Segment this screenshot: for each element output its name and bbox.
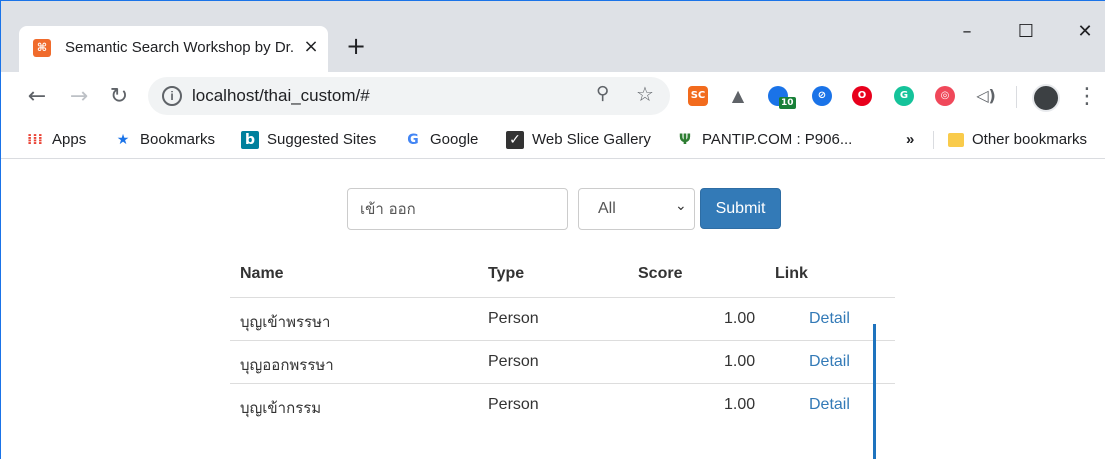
web-slice-icon: ✓ <box>506 131 524 150</box>
zoom-icon[interactable]: ⚲ <box>596 83 609 104</box>
opera-extension-icon[interactable]: O <box>852 86 872 106</box>
forward-arrow-icon[interactable]: → <box>66 84 92 110</box>
bing-icon: b <box>241 131 259 150</box>
detail-link[interactable]: Detail <box>809 396 850 414</box>
cell-name: บุญออกพรรษา <box>240 356 334 374</box>
toolbar-divider <box>1016 86 1017 108</box>
close-window-icon[interactable]: ✕ <box>1070 20 1100 44</box>
cell-score: 1.00 <box>724 310 756 327</box>
bookmark-web-slice[interactable]: ✓ Web Slice Gallery <box>506 130 651 150</box>
tab-strip: ⌘ Semantic Search Workshop by Dr. Ekapol… <box>0 0 1105 72</box>
cell-type: Person <box>488 353 539 370</box>
bookmarks-overflow[interactable]: » <box>906 130 914 150</box>
detail-link[interactable]: Detail <box>809 353 850 371</box>
column-header-link: Link <box>775 265 808 282</box>
window-border <box>0 0 1 459</box>
cactus-icon: Ψ <box>679 132 691 149</box>
column-header-name: Name <box>240 265 284 282</box>
apps-grid-icon: ⁞⁞⁞ <box>27 132 43 149</box>
new-tab-icon[interactable]: + <box>344 34 368 58</box>
minimize-icon[interactable]: – <box>952 20 982 44</box>
bookmark-pantip[interactable]: Ψ PANTIP.COM : P906... <box>676 130 852 150</box>
cell-score: 1.00 <box>724 353 756 370</box>
folder-icon <box>948 133 964 148</box>
chevron-down-icon: ⌄ <box>675 198 687 214</box>
bookmark-bookmarks[interactable]: ★ Bookmarks <box>114 130 215 150</box>
speaker-extension-icon[interactable]: ◁) <box>976 86 996 106</box>
cell-type: Person <box>488 396 539 413</box>
cell-name: บุญเข้าพรรษา <box>240 313 331 331</box>
table-row: บุญเข้ากรรม Person 1.00 Detail <box>230 383 895 427</box>
bookmark-apps[interactable]: ⁞⁞⁞ Apps <box>26 130 86 150</box>
bookmark-other[interactable]: Other bookmarks <box>948 130 1087 150</box>
bookmark-label: Suggested Sites <box>267 131 377 148</box>
cell-type: Person <box>488 310 539 327</box>
bookmark-star-icon[interactable]: ☆ <box>636 82 654 106</box>
search-input[interactable] <box>347 188 568 230</box>
table-row: บุญเข้าพรรษา Person 1.00 Detail <box>230 297 895 341</box>
blue-extension-icon[interactable]: ⊘ <box>812 86 832 106</box>
back-arrow-icon[interactable]: ← <box>24 84 50 110</box>
bookmark-divider <box>933 131 934 149</box>
type-select-value: All <box>598 200 616 217</box>
cell-score: 1.00 <box>724 396 756 413</box>
reload-icon[interactable]: ↻ <box>106 84 132 110</box>
bookmark-label: Apps <box>52 131 87 148</box>
people-extension-icon[interactable]: 10 <box>768 86 796 109</box>
column-header-score: Score <box>638 265 683 282</box>
maximize-icon[interactable]: ☐ <box>1011 20 1041 44</box>
google-icon: G <box>407 132 419 149</box>
bookmark-label: Other bookmarks <box>972 131 1088 148</box>
grammarly-extension-icon[interactable]: G <box>894 86 914 106</box>
red-swirl-extension-icon[interactable]: ◎ <box>935 86 955 106</box>
address-bar[interactable]: i localhost/thai_custom/# ⚲ ☆ <box>148 77 670 115</box>
vertical-rule <box>873 324 876 459</box>
submit-button[interactable]: Submit <box>700 188 781 229</box>
browser-toolbar: ← → ↻ i localhost/thai_custom/# ⚲ ☆ SC ▲… <box>0 72 1105 122</box>
extension-badge: 10 <box>779 97 796 109</box>
bookmark-suggested-sites[interactable]: b Suggested Sites <box>241 130 376 150</box>
type-select[interactable]: All ⌄ <box>578 188 695 230</box>
bookmark-label: Bookmarks <box>140 131 216 148</box>
table-row: บุญออกพรรษา Person 1.00 Detail <box>230 340 895 384</box>
bookmark-label: PANTIP.COM : P906... <box>702 131 853 148</box>
star-icon: ★ <box>116 132 130 149</box>
info-icon[interactable]: i <box>162 86 182 106</box>
sc-extension-icon[interactable]: SC <box>688 86 708 106</box>
url-text[interactable]: localhost/thai_custom/# <box>192 86 370 106</box>
tab-title: Semantic Search Workshop by Dr. Ekapol <box>65 39 295 56</box>
column-header-type: Type <box>488 265 525 282</box>
close-tab-icon[interactable]: × <box>300 36 322 58</box>
menu-kebab-icon[interactable]: ⋮ <box>1074 84 1100 110</box>
window-border-top <box>0 0 1105 1</box>
cell-name: บุญเข้ากรรม <box>240 399 322 417</box>
xampp-icon: ⌘ <box>33 39 51 57</box>
bookmark-label: Google <box>430 131 479 148</box>
bookmark-label: Web Slice Gallery <box>532 131 651 148</box>
bookmarks-bar: ⁞⁞⁞ Apps ★ Bookmarks b Suggested Sites G Goo… <box>0 122 1105 159</box>
bookmark-google[interactable]: G Google <box>404 130 478 150</box>
drive-extension-icon[interactable]: ▲ <box>728 86 748 106</box>
avatar[interactable] <box>1032 84 1060 112</box>
detail-link[interactable]: Detail <box>809 310 850 328</box>
browser-tab[interactable]: ⌘ Semantic Search Workshop by Dr. Ekapol… <box>19 26 328 72</box>
